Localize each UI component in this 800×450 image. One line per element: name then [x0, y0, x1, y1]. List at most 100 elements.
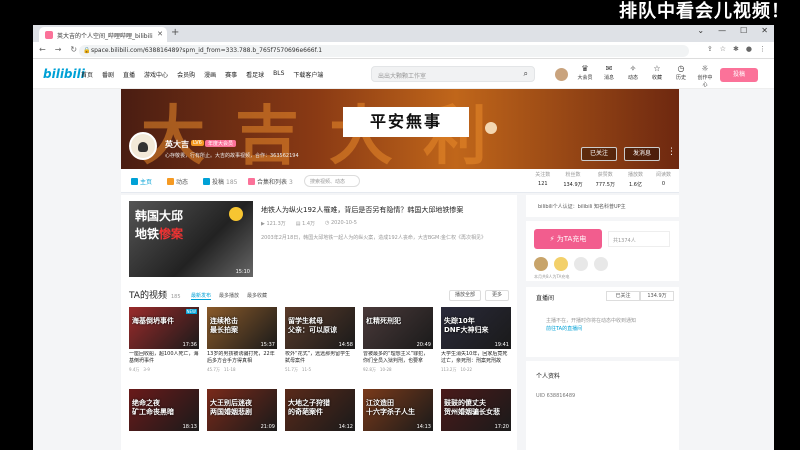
sort-most-played[interactable]: 最多播放 [219, 292, 239, 300]
video-card[interactable]: 绝命之夜 矿工命丧黑暗 18:13 [129, 389, 199, 449]
message-item[interactable]: ✉ 消息 [600, 64, 618, 88]
nav-football[interactable]: 看足球 [246, 70, 264, 79]
video-card[interactable]: 江汶造田 十六字杀子人生 14:13 [363, 389, 433, 449]
search-icon[interactable]: ⌕ [524, 69, 528, 79]
extension-icon[interactable]: ✱ [733, 45, 739, 53]
share-icon[interactable]: ⇪ [707, 45, 713, 53]
nav-anime[interactable]: 番剧 [102, 70, 114, 79]
avatar[interactable] [594, 257, 608, 271]
video-thumbnail[interactable]: 江汶造田 十六字杀子人生 14:13 [363, 389, 433, 431]
browser-tab[interactable]: 英大吉的个人空间_哔哩哔哩_bilibili ✕ [39, 27, 167, 42]
video-title[interactable]: 曾被最多的“理想主义”罪犯，你们全员入狱判刑，也要拿 [363, 351, 433, 365]
tab-uploads[interactable]: 投稿 185 [203, 177, 237, 186]
collection-icon [248, 178, 255, 185]
video-thumbnail[interactable]: 大地之子狩猎 的奇葩案件 14:12 [285, 389, 355, 431]
star-icon[interactable]: ☆ [720, 45, 726, 53]
sort-latest[interactable]: 最新发布 [191, 292, 212, 300]
charge-button[interactable]: ⚡ 为TA充电 [534, 229, 602, 249]
stat-following[interactable]: 关注数 121 [535, 171, 550, 188]
video-card[interactable]: 杠精死刑犯 20:49 曾被最多的“理想主义”罪犯，你们全员入狱判刑，也要拿 92.8… [363, 307, 433, 373]
menu-icon[interactable]: ⋮ [759, 45, 766, 53]
nav-bls[interactable]: BLS [273, 70, 284, 79]
minimize-button[interactable]: — [718, 26, 726, 35]
reload-icon[interactable]: ↻ [70, 45, 77, 54]
forward-icon[interactable]: → [55, 45, 62, 54]
search-input[interactable]: 出出大颗颗工作室 ⌕ [371, 66, 535, 82]
video-title[interactable] [129, 433, 199, 447]
profile-icon[interactable]: ● [746, 45, 752, 53]
play-all-button[interactable]: 播放全部 [449, 290, 481, 301]
maximize-button[interactable]: ☐ [740, 26, 747, 35]
tab-dynamic[interactable]: 动态 [167, 177, 188, 186]
featured-video-thumbnail[interactable]: 韩国大邱 地铁惨案 15:10 [129, 201, 253, 277]
nav-esports[interactable]: 赛事 [225, 70, 237, 79]
video-thumbnail[interactable]: 鼓鼓的傻丈夫 贺州婚姻骗长女悲 17:20 [441, 389, 511, 431]
featured-video-title[interactable]: 地铁人为纵火192人罹难，背后是否另有隐情？韩国大邱地铁惨案 [261, 205, 463, 215]
video-title[interactable] [207, 433, 277, 447]
video-duration: 20:49 [416, 342, 431, 348]
nav-mall[interactable]: 会员购 [177, 70, 195, 79]
video-thumbnail[interactable]: 海基倒坍事件 NEW 17:36 [129, 307, 199, 349]
video-title[interactable]: 13岁的男孩被诱骗打死，22年后多方合手方得真相 [207, 351, 277, 365]
tab-home[interactable]: 主页 [131, 177, 152, 186]
close-tab-icon[interactable]: ✕ [157, 30, 163, 38]
more-videos-button[interactable]: 更多 [485, 290, 509, 301]
bilibili-logo[interactable]: bilibili [43, 67, 85, 81]
video-card[interactable]: 大王别后迷夜 两国婚姻悲剧 21:09 [207, 389, 277, 449]
new-tab-button[interactable]: + [171, 27, 179, 38]
upload-button[interactable]: 投稿 [720, 68, 758, 82]
avatar[interactable] [534, 257, 548, 271]
video-title[interactable] [285, 433, 355, 447]
video-thumbnail[interactable]: 绝命之夜 矿工命丧黑暗 18:13 [129, 389, 199, 431]
mail-icon: ✉ [605, 64, 613, 73]
url-input[interactable]: 🔒 space.bilibili.com/638816489?spm_id_fr… [79, 45, 689, 57]
history-item[interactable]: ◷ 历史 [672, 64, 690, 88]
nav-game[interactable]: 游戏中心 [144, 70, 168, 79]
certification-panel: bilibili个人认证：bilibili 知名科普UP主 [526, 195, 679, 217]
video-card[interactable]: 失踪10年 DNF大神归来 19:41 大学生消失10年，回家后竟死过亡，亲死刑：刑案… [441, 307, 511, 373]
video-title[interactable] [363, 433, 433, 447]
video-card[interactable]: 大地之子狩猎 的奇葩案件 14:12 [285, 389, 355, 449]
back-icon[interactable]: ← [39, 45, 46, 54]
user-avatar[interactable] [554, 67, 569, 82]
favorites-item[interactable]: ☆ 收藏 [648, 64, 666, 88]
live-panel: 直播间 已关注 134.9万 主播不在，开播时你将在动态中收到通知 前往TA的直… [526, 287, 679, 357]
vip-item[interactable]: ♛ 大会员 [576, 64, 594, 88]
profile-avatar[interactable] [129, 132, 157, 160]
video-thumbnail[interactable]: 大王别后迷夜 两国婚姻悲剧 21:09 [207, 389, 277, 431]
video-thumbnail[interactable]: 连续枪击 最长拍案 15:37 [207, 307, 277, 349]
video-title[interactable] [441, 433, 511, 447]
chevron-down-icon[interactable]: ⌄ [697, 26, 704, 35]
video-title[interactable]: 一座回收船，超100人死亡，海基倒坍事件 [129, 351, 199, 365]
nav-download[interactable]: 下载客户端 [293, 70, 323, 79]
close-window-button[interactable]: ✕ [761, 26, 768, 35]
video-thumbnail[interactable]: 失踪10年 DNF大神归来 19:41 [441, 307, 511, 349]
dynamic-item[interactable]: ✧ 动态 [624, 64, 642, 88]
video-card[interactable]: 鼓鼓的傻丈夫 贺州婚姻骗长女悲 17:20 [441, 389, 511, 449]
video-title[interactable]: 大学生消失10年，回家后竟死过亡，亲死刑：刑案死刑故 [441, 351, 511, 365]
video-card[interactable]: 留学生弒母 父亲：可以原谅 14:58 校外“花式”，远远那男留学生弑母案件 51.7万… [285, 307, 355, 373]
browser-window: 英大吉的个人空间_哔哩哔哩_bilibili ✕ + ⌄ — ☐ ✕ ← → ↻… [33, 25, 774, 450]
sort-most-favorited[interactable]: 最多收藏 [247, 292, 267, 300]
live-tab-fans[interactable]: 134.9万 [640, 291, 674, 301]
video-card[interactable]: 海基倒坍事件 NEW 17:36 一座回收船，超100人死亡，海基倒坍事件 9.4万 3-… [129, 307, 199, 373]
more-options-icon[interactable]: ⋮ [667, 147, 676, 157]
nav-home[interactable]: 首页 [81, 70, 93, 79]
creator-item[interactable]: ☼ 创作中心 [696, 64, 714, 88]
live-room-link[interactable]: 前往TA的直播间 [546, 325, 636, 333]
space-search-input[interactable]: 搜索视频、动态 [304, 175, 360, 187]
nav-manga[interactable]: 漫画 [204, 70, 216, 79]
tab-collections[interactable]: 合集和列表 3 [248, 177, 293, 186]
video-card[interactable]: 连续枪击 最长拍案 15:37 13岁的男孩被诱骗打死，22年后多方合手方得真相 45.… [207, 307, 277, 373]
avatar[interactable] [574, 257, 588, 271]
followed-button[interactable]: 已关注 [581, 147, 617, 161]
video-title[interactable]: 校外“花式”，远远那男留学生弑母案件 [285, 351, 355, 365]
send-message-button[interactable]: 发消息 [624, 147, 660, 161]
video-duration: 15:37 [260, 342, 275, 348]
stat-fans[interactable]: 粉丝数 134.9万 [563, 171, 582, 188]
nav-live[interactable]: 直播 [123, 70, 135, 79]
video-thumbnail[interactable]: 留学生弒母 父亲：可以原谅 14:58 [285, 307, 355, 349]
avatar[interactable] [554, 257, 568, 271]
video-thumbnail[interactable]: 杠精死刑犯 20:49 [363, 307, 433, 349]
live-tab-followed[interactable]: 已关注 [606, 291, 640, 301]
